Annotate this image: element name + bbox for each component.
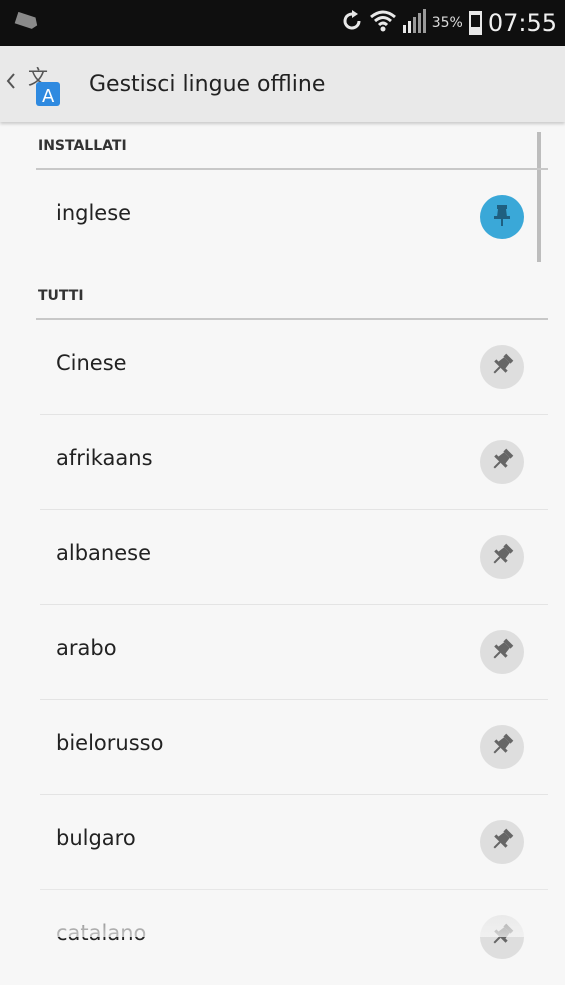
pin-icon xyxy=(490,733,514,761)
wifi-icon xyxy=(369,10,396,36)
section-header-installed: INSTALLATI xyxy=(36,122,548,170)
list-item[interactable]: bielorusso xyxy=(40,700,548,795)
pin-button[interactable] xyxy=(480,915,524,959)
status-bar: 35% 07:55 xyxy=(0,0,565,46)
pin-icon xyxy=(490,638,514,666)
list-item[interactable]: afrikaans xyxy=(40,415,548,510)
translate-app-icon[interactable]: 文 A xyxy=(26,62,76,110)
section-header-label: INSTALLATI xyxy=(38,138,127,154)
section-header-all: TUTTI xyxy=(36,272,548,320)
pin-button[interactable] xyxy=(480,535,524,579)
list-item[interactable]: arabo xyxy=(40,605,548,700)
list-item[interactable]: catalano xyxy=(40,890,548,985)
battery-percent: 35% xyxy=(431,15,463,31)
sync-icon xyxy=(340,9,364,37)
list-item[interactable]: albanese xyxy=(40,510,548,605)
language-label: bielorusso xyxy=(56,731,164,755)
pin-button[interactable] xyxy=(480,345,524,389)
language-label: afrikaans xyxy=(56,446,153,470)
signal-icon xyxy=(402,9,426,37)
language-list[interactable]: INSTALLATI inglese TUTTI Cinese afrikaan… xyxy=(0,122,565,959)
language-label: inglese xyxy=(56,201,132,225)
battery-icon xyxy=(468,11,482,35)
svg-text:A: A xyxy=(42,86,55,107)
pin-icon xyxy=(490,543,514,571)
pin-button[interactable] xyxy=(480,630,524,674)
list-item[interactable]: inglese xyxy=(40,170,548,268)
language-label: bulgaro xyxy=(56,826,136,850)
language-label: albanese xyxy=(56,541,151,565)
language-label: catalano xyxy=(56,921,147,945)
section-header-label: TUTTI xyxy=(38,288,84,304)
pin-button[interactable] xyxy=(480,440,524,484)
pin-button[interactable] xyxy=(480,195,524,239)
pin-icon xyxy=(490,448,514,476)
pin-button[interactable] xyxy=(480,725,524,769)
language-label: arabo xyxy=(56,636,117,660)
language-label: Cinese xyxy=(56,351,127,375)
back-chevron-icon[interactable] xyxy=(6,72,16,94)
list-item[interactable]: bulgaro xyxy=(40,795,548,890)
page-title: Gestisci lingue offline xyxy=(89,72,326,97)
clock: 07:55 xyxy=(487,9,557,37)
action-bar: 文 A Gestisci lingue offline xyxy=(0,46,565,122)
list-item[interactable]: Cinese xyxy=(40,320,548,415)
pin-icon xyxy=(490,828,514,856)
pin-icon xyxy=(490,923,514,951)
pin-button[interactable] xyxy=(480,820,524,864)
message-icon xyxy=(14,11,40,34)
pin-icon xyxy=(491,203,513,231)
pin-icon xyxy=(490,353,514,381)
